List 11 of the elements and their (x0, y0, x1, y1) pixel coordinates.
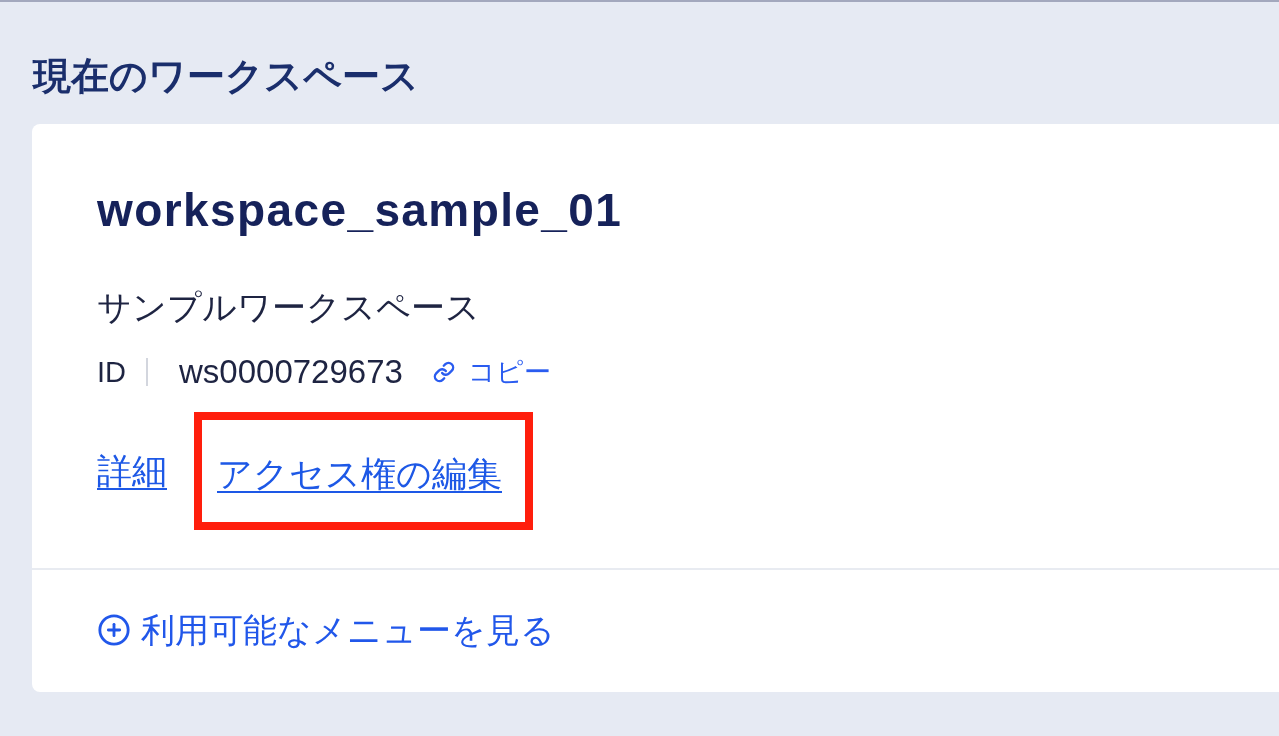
workspace-name: workspace_sample_01 (97, 184, 623, 236)
plus-circle-icon (97, 613, 131, 647)
workspace-id: ws0000729673 (179, 354, 403, 390)
section-title: 現在のワークスペース (33, 54, 419, 98)
available-menu-link[interactable]: 利用可能なメニューを見る (97, 610, 555, 650)
link-icon (432, 361, 455, 383)
copy-link[interactable]: コピー (432, 354, 551, 390)
workspace-description: サンプルワークスペース (97, 288, 480, 328)
id-label: ID (97, 355, 126, 390)
text-link[interactable]: アクセス権の編集 (217, 455, 502, 493)
text-link[interactable]: 詳細 (97, 451, 167, 491)
